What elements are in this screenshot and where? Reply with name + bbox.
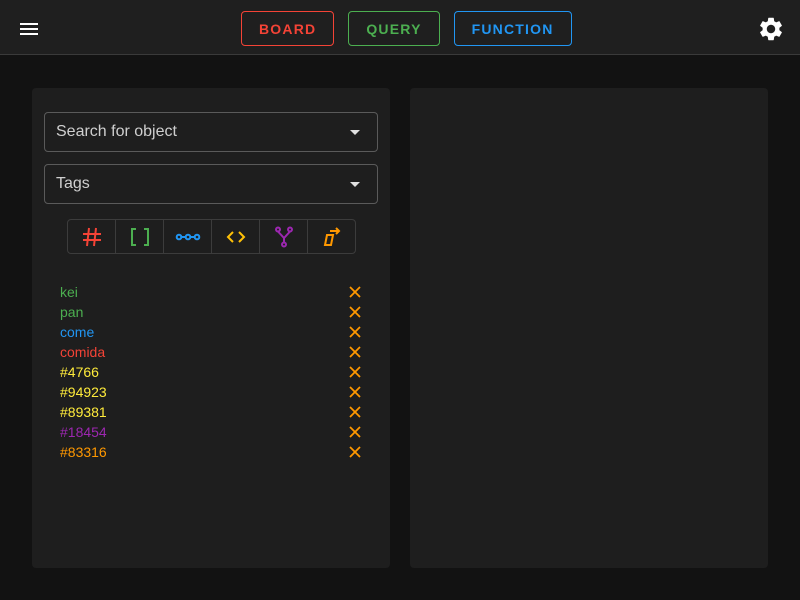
tag-label[interactable]: #94923 (60, 384, 107, 400)
search-placeholder: Search for object (56, 123, 177, 140)
object-browser-panel: Search for object Tags kei pan come comi… (32, 88, 390, 568)
tag-item: pan (60, 302, 362, 322)
gear-icon[interactable] (757, 15, 785, 43)
fork-icon[interactable] (260, 220, 308, 253)
board-button[interactable]: BOARD (241, 11, 335, 46)
query-button[interactable]: QUERY (348, 11, 440, 46)
close-icon[interactable] (348, 345, 362, 359)
tag-list: kei pan come comida #4766 #94923 #89381 #18454 #… (60, 282, 362, 462)
tag-item: comida (60, 342, 362, 362)
mode-tabs: BOARD QUERY FUNCTION (241, 11, 572, 46)
tag-label[interactable]: comida (60, 344, 105, 360)
tags-placeholder: Tags (56, 175, 90, 192)
export-icon[interactable] (308, 220, 355, 253)
hash-icon[interactable] (68, 220, 116, 253)
menu-icon[interactable] (15, 15, 43, 43)
chevron-down-icon[interactable] (350, 182, 360, 187)
function-button[interactable]: FUNCTION (453, 11, 572, 46)
tag-item: #18454 (60, 422, 362, 442)
close-icon[interactable] (348, 305, 362, 319)
search-input[interactable]: Search for object (44, 112, 378, 152)
close-icon[interactable] (348, 365, 362, 379)
chevron-down-icon[interactable] (350, 130, 360, 135)
tag-label[interactable]: #89381 (60, 404, 107, 420)
app-bar: BOARD QUERY FUNCTION (0, 0, 800, 55)
link-nodes-icon[interactable] (164, 220, 212, 253)
detail-panel (410, 88, 768, 568)
tag-item: #89381 (60, 402, 362, 422)
close-icon[interactable] (348, 405, 362, 419)
tag-item: #4766 (60, 362, 362, 382)
tag-label[interactable]: #83316 (60, 444, 107, 460)
tag-label[interactable]: #4766 (60, 364, 99, 380)
tag-item: #83316 (60, 442, 362, 462)
tag-item: kei (60, 282, 362, 302)
close-icon[interactable] (348, 385, 362, 399)
close-icon[interactable] (348, 285, 362, 299)
code-icon[interactable] (212, 220, 260, 253)
tag-item: come (60, 322, 362, 342)
tags-select[interactable]: Tags (44, 164, 378, 204)
tag-label[interactable]: pan (60, 304, 83, 320)
close-icon[interactable] (348, 425, 362, 439)
close-icon[interactable] (348, 445, 362, 459)
tag-label[interactable]: #18454 (60, 424, 107, 440)
brackets-icon[interactable] (116, 220, 164, 253)
tag-label[interactable]: kei (60, 284, 78, 300)
close-icon[interactable] (348, 325, 362, 339)
tag-label[interactable]: come (60, 324, 94, 340)
type-filter-group (67, 219, 356, 254)
tag-item: #94923 (60, 382, 362, 402)
